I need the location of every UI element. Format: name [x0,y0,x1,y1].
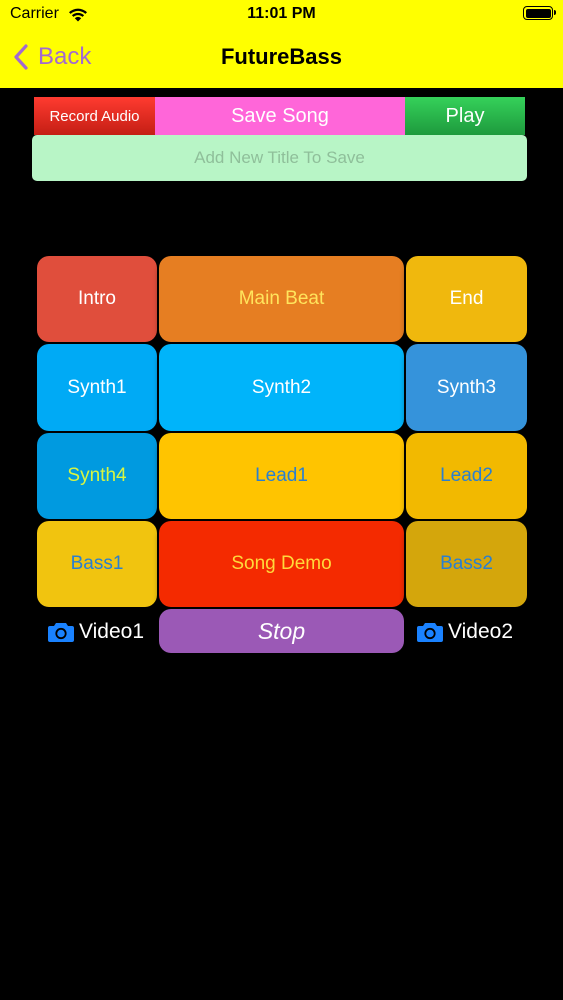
pad-song-demo[interactable]: Song Demo [159,521,404,607]
pad-intro[interactable]: Intro [37,256,157,342]
pad-label: Synth2 [251,376,312,398]
camera-icon [417,623,443,642]
battery-icon [523,6,556,20]
pad-synth4[interactable]: Synth4 [37,433,157,519]
song-toolbar: Record Audio Save Song Play [34,97,525,135]
play-button[interactable]: Play [405,97,525,135]
pad-bass1[interactable]: Bass1 [37,521,157,607]
pad-end[interactable]: End [406,256,527,342]
pad-label: Intro [77,288,117,309]
video2-button[interactable]: Video2 [416,616,513,648]
pad-synth2[interactable]: Synth2 [159,344,404,431]
video1-button[interactable]: Video1 [47,616,144,648]
pad-label: Lead2 [440,465,493,486]
pad-main-beat[interactable]: Main Beat [159,256,404,342]
pad-label: Main Beat [238,288,325,309]
record-audio-button[interactable]: Record Audio [34,97,155,135]
pad-synth1[interactable]: Synth1 [37,344,157,431]
pad-lead1[interactable]: Lead1 [159,433,404,519]
pad-lead2[interactable]: Lead2 [406,433,527,519]
pad-label: Bass2 [440,553,493,574]
pad-label: Song Demo [231,553,332,574]
clock: 11:01 PM [247,5,316,22]
camera-icon [48,623,74,642]
stop-button[interactable]: Stop [159,609,404,653]
navigation-bar: Carrier 11:01 PM Back FutureBass [0,0,563,88]
save-song-button[interactable]: Save Song [155,97,405,135]
pad-label: Synth3 [436,376,497,398]
pad-label: Bass1 [70,553,124,574]
page-title: FutureBass [220,44,343,69]
song-title-input[interactable] [32,135,527,181]
pad-label: Synth4 [67,465,127,486]
video1-label: Video1 [79,620,145,643]
pad-label: Lead1 [255,465,308,486]
video2-label: Video2 [448,620,514,643]
pad-bass2[interactable]: Bass2 [406,521,527,607]
pad-synth3[interactable]: Synth3 [406,344,527,431]
pad-label: Synth1 [67,376,127,398]
pad-label: End [449,288,484,309]
